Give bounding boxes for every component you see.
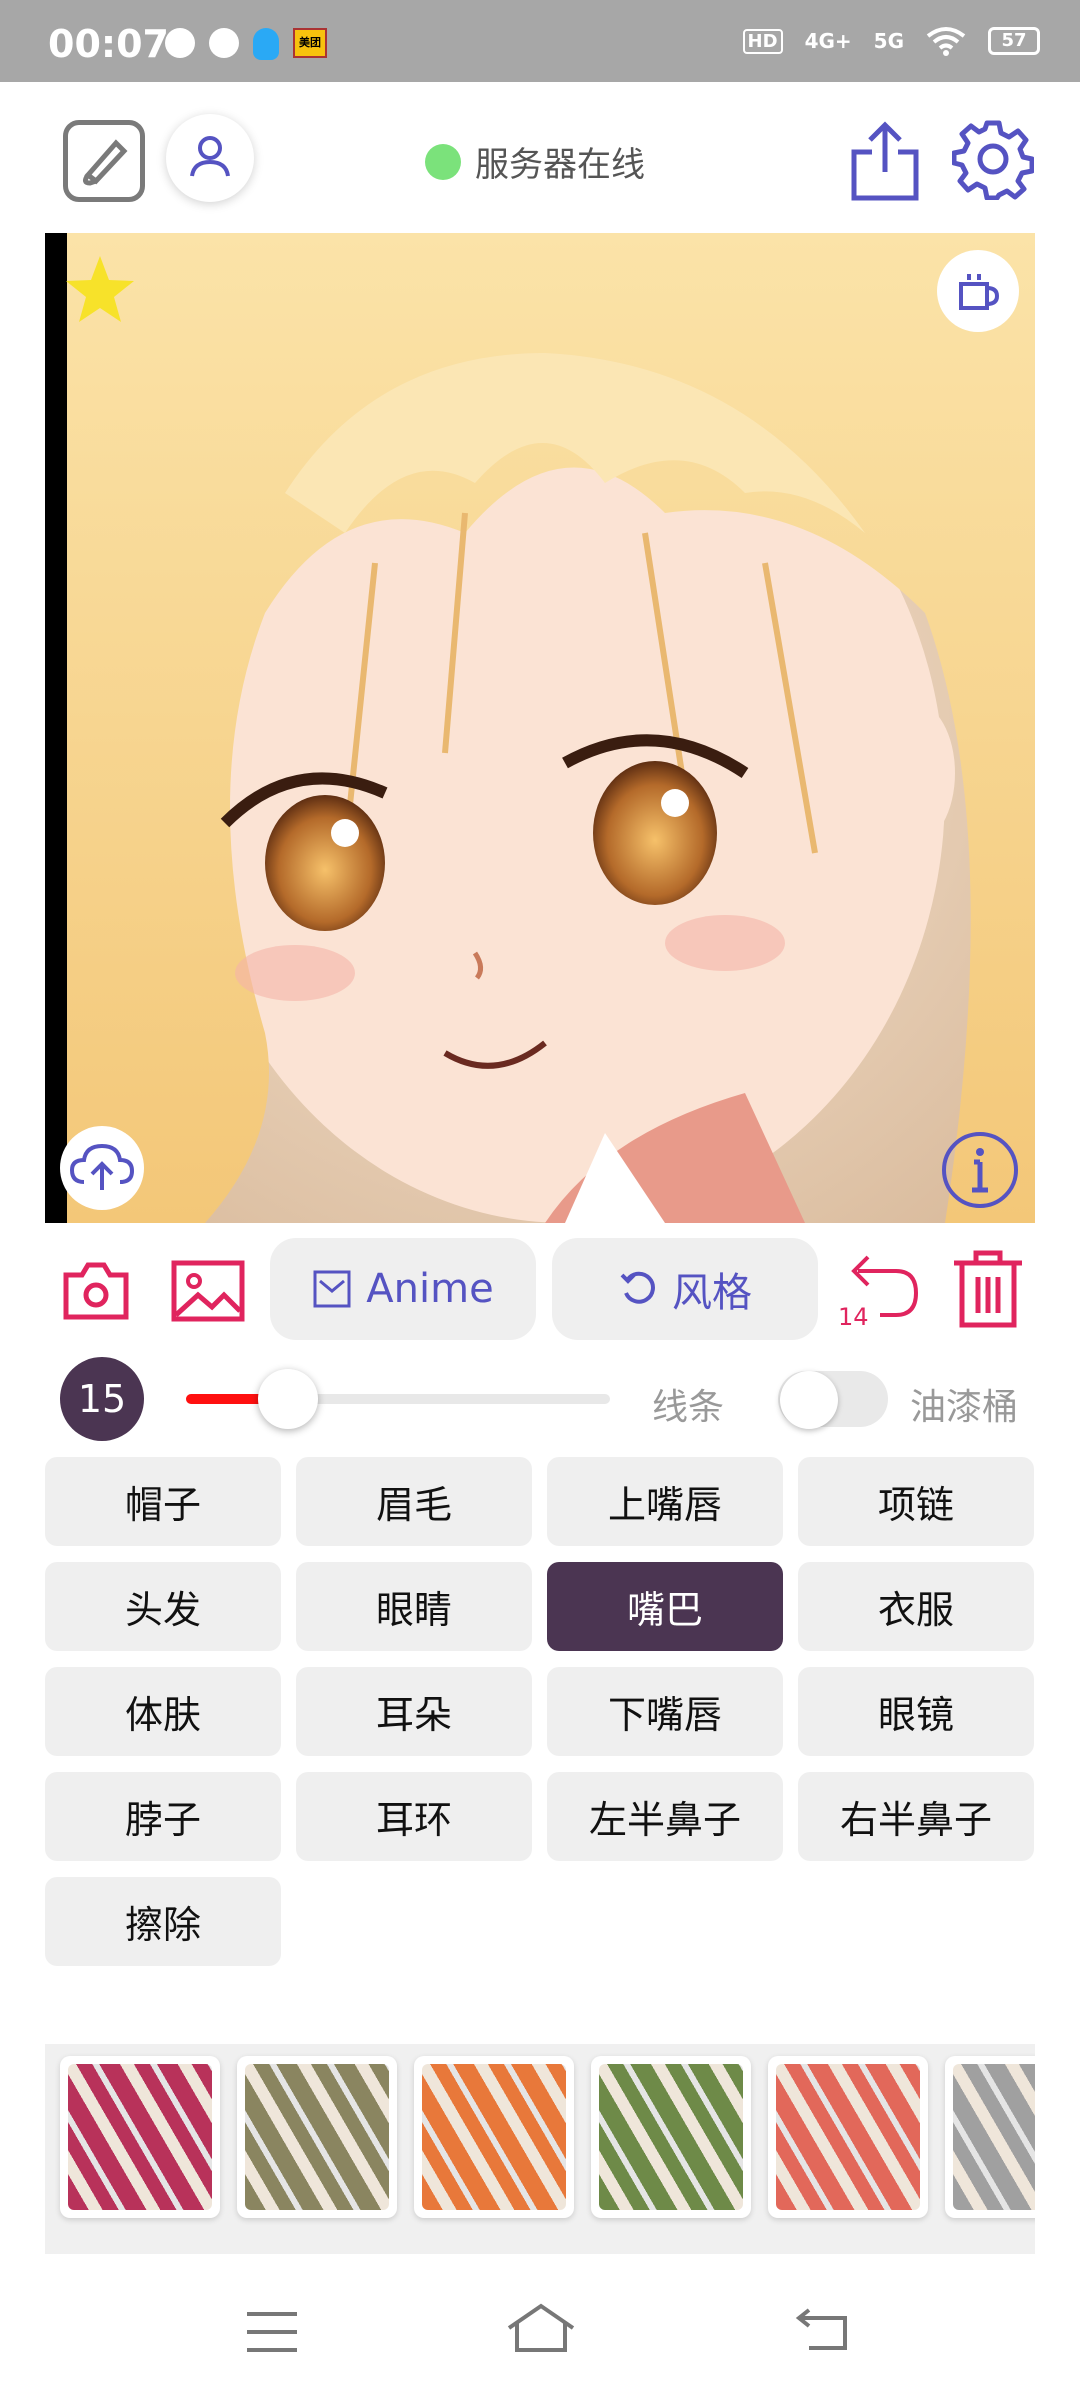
menu-icon[interactable] <box>245 2310 299 2354</box>
top-bar: 服务器在线 <box>0 82 1080 232</box>
canvas-left-edge <box>45 233 67 1223</box>
part-button-ear[interactable]: 耳朵 <box>296 1667 532 1756</box>
hd-icon: HD <box>742 28 783 54</box>
part-button-clothes[interactable]: 衣服 <box>798 1562 1034 1651</box>
notification-icons: 美团 <box>165 28 327 60</box>
server-status: 服务器在线 <box>425 137 645 186</box>
server-status-text: 服务器在线 <box>475 145 645 185</box>
texture-swatch[interactable] <box>591 2056 751 2218</box>
delete-button[interactable] <box>950 1249 1026 1329</box>
part-button-right-nose[interactable]: 右半鼻子 <box>798 1772 1034 1861</box>
part-button-lower-lip[interactable]: 下嘴唇 <box>547 1667 783 1756</box>
qq-notification-icon <box>253 28 279 60</box>
image-icon <box>171 1260 245 1322</box>
part-button-upper-lip[interactable]: 上嘴唇 <box>547 1457 783 1546</box>
brush-edit-icon <box>82 139 128 186</box>
texture-green <box>599 2064 743 2210</box>
line-mode-label: 线条 <box>652 1387 725 1428</box>
texture-salmon <box>776 2064 920 2210</box>
drawing-canvas[interactable] <box>45 233 1035 1223</box>
model-label: Anime <box>366 1266 494 1312</box>
paint-bucket-toggle-knob[interactable] <box>780 1371 838 1429</box>
texture-strip[interactable] <box>45 2044 1035 2254</box>
status-time: 00:07 <box>48 22 169 66</box>
texture-gray <box>953 2064 1035 2210</box>
anime-portrait-image <box>45 233 1035 1223</box>
style-label: 风格 <box>672 1270 752 1316</box>
coffee-cup-icon <box>959 274 1000 310</box>
edit-mode-button[interactable] <box>63 120 145 202</box>
user-button[interactable] <box>166 114 254 202</box>
coffee-donate-button[interactable] <box>937 250 1019 332</box>
part-button-skin[interactable]: 体肤 <box>45 1667 281 1756</box>
share-icon <box>851 121 919 201</box>
signal-4g-icon: 4G+ <box>804 29 852 53</box>
texture-khaki <box>245 2064 389 2210</box>
style-button[interactable]: 风格 <box>552 1238 818 1340</box>
music-notification-icon <box>165 28 195 58</box>
texture-swatch[interactable] <box>414 2056 574 2218</box>
texture-swatch[interactable] <box>60 2056 220 2218</box>
texture-orange <box>422 2064 566 2210</box>
undo-count: 14 <box>838 1303 869 1331</box>
system-indicators: HD 4G+ 5G 57 <box>742 26 1040 56</box>
part-button-necklace[interactable]: 项链 <box>798 1457 1034 1546</box>
home-icon[interactable] <box>505 2302 577 2354</box>
texture-crimson <box>68 2064 212 2210</box>
part-button-hair[interactable]: 头发 <box>45 1562 281 1651</box>
model-select-button[interactable]: Anime <box>270 1238 536 1340</box>
settings-button[interactable] <box>951 118 1035 201</box>
cloud-upload-icon <box>69 1143 135 1190</box>
system-nav-bar <box>0 2270 1080 2400</box>
part-button-neck[interactable]: 脖子 <box>45 1772 281 1861</box>
battery-icon: 57 <box>988 27 1040 55</box>
face-part-grid: 帽子 眉毛 上嘴唇 项链 头发 眼睛 嘴巴 衣服 体肤 耳朵 下嘴唇 眼镜 脖子… <box>45 1457 1035 1966</box>
part-button-mouth[interactable]: 嘴巴 <box>547 1562 783 1651</box>
part-button-hat[interactable]: 帽子 <box>45 1457 281 1546</box>
part-button-eyebrow[interactable]: 眉毛 <box>296 1457 532 1546</box>
camera-icon <box>63 1262 129 1320</box>
part-button-eyes[interactable]: 眼睛 <box>296 1562 532 1651</box>
brush-size-slider-thumb[interactable] <box>257 1369 318 1429</box>
part-button-left-nose[interactable]: 左半鼻子 <box>547 1772 783 1861</box>
server-online-indicator <box>425 143 461 180</box>
meituan-notification-icon: 美团 <box>293 28 327 58</box>
cloud-upload-button[interactable] <box>60 1126 144 1210</box>
wifi-icon <box>926 27 966 56</box>
trash-icon <box>954 1250 1022 1328</box>
signal-5g-icon: 5G <box>873 29 904 53</box>
camera-button[interactable] <box>60 1255 132 1327</box>
texture-swatch[interactable] <box>237 2056 397 2218</box>
paint-bucket-label: 油漆桶 <box>910 1387 1019 1428</box>
status-bar: 00:07 美团 HD 4G+ 5G 57 <box>0 0 1080 82</box>
gallery-button[interactable] <box>170 1257 246 1325</box>
brush-size-value: 15 <box>60 1357 144 1441</box>
mail-box-icon <box>313 1270 351 1308</box>
back-icon[interactable] <box>795 2308 851 2352</box>
info-icon[interactable] <box>940 1130 1020 1210</box>
texture-swatch[interactable] <box>768 2056 928 2218</box>
texture-swatch[interactable] <box>945 2056 1035 2218</box>
part-button-erase[interactable]: 擦除 <box>45 1877 281 1966</box>
wechat-notification-icon <box>209 28 239 58</box>
action-toolbar: Anime 风格 14 <box>0 1235 1080 1345</box>
favorite-star-icon[interactable] <box>62 252 138 328</box>
part-button-glasses[interactable]: 眼镜 <box>798 1667 1034 1756</box>
part-button-earring[interactable]: 耳环 <box>296 1772 532 1861</box>
share-button[interactable] <box>848 118 922 204</box>
refresh-icon <box>620 1271 655 1304</box>
user-icon <box>190 136 230 177</box>
gear-icon <box>951 120 1035 201</box>
